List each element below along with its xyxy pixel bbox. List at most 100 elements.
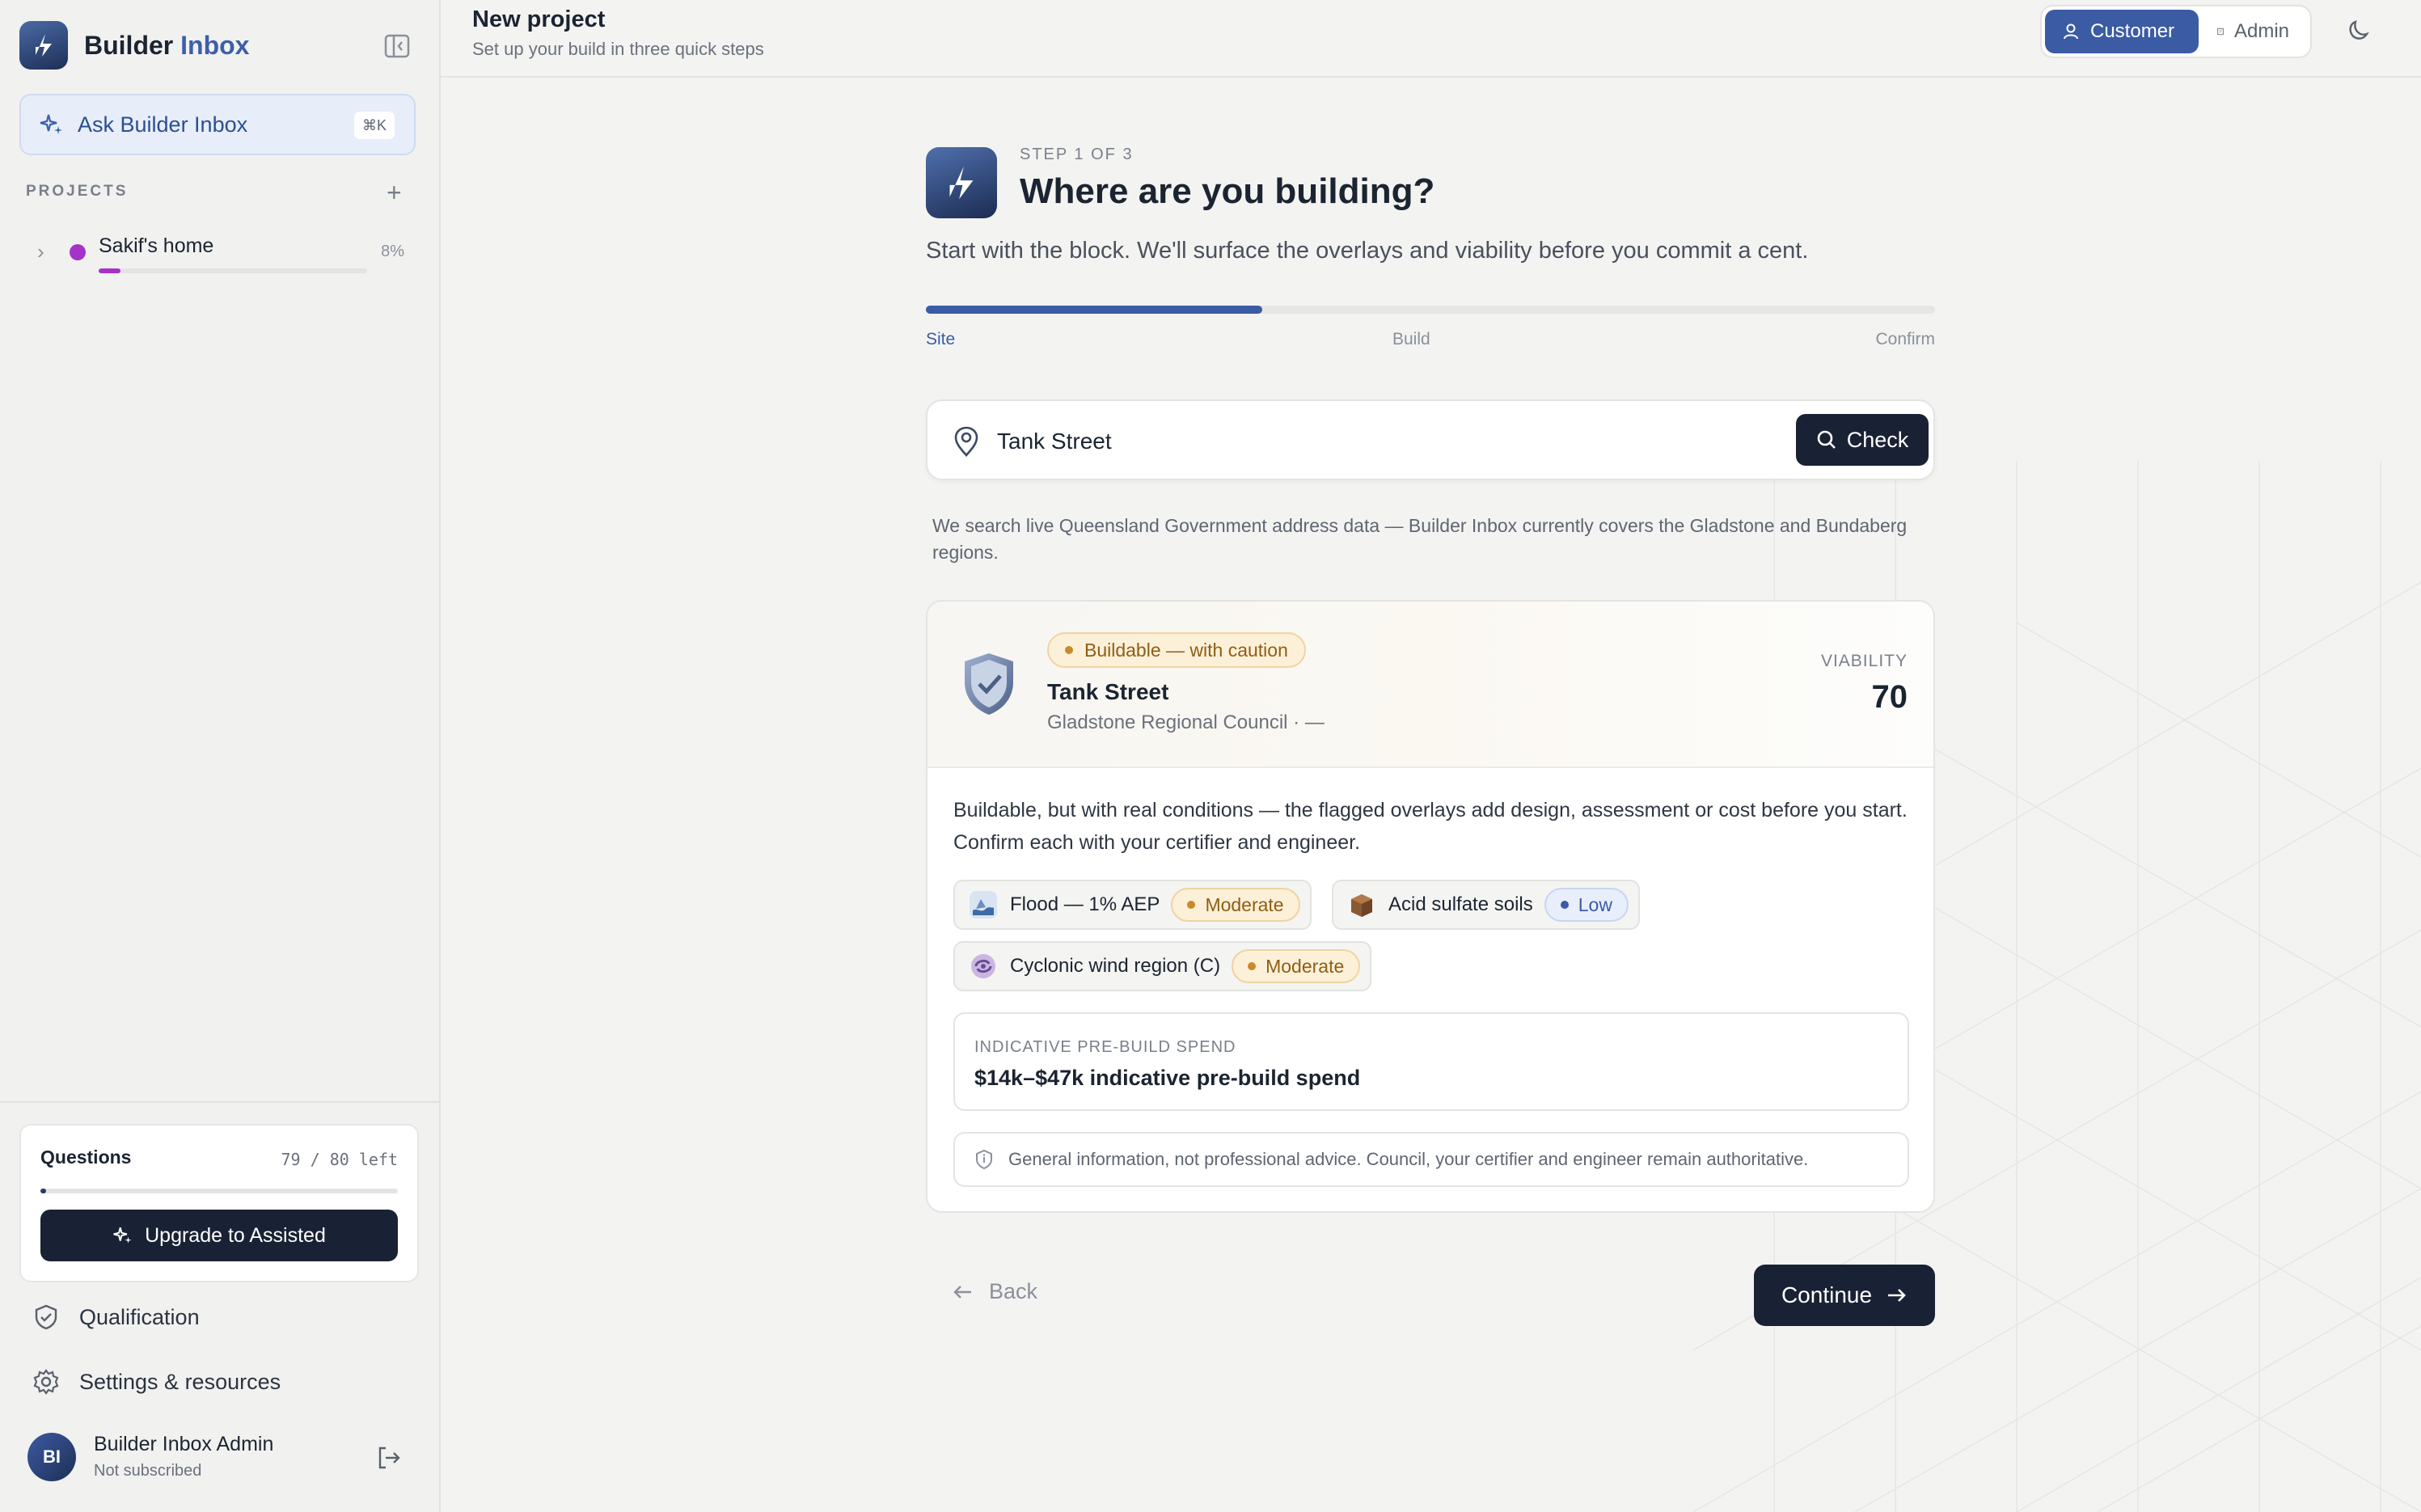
role-label: Admin — [2233, 20, 2289, 42]
soil-icon — [1351, 894, 1372, 917]
step-logo — [926, 147, 997, 218]
overlay-label: Acid sulfate soils — [1388, 893, 1533, 915]
avatar: BI — [27, 1433, 76, 1481]
address-input[interactable] — [995, 420, 1726, 462]
site-name: Tank Street — [1047, 679, 1169, 704]
status-badge: Buildable — with caution — [1047, 632, 1306, 668]
spend-value: $14k–$47k indicative pre-build spend — [974, 1066, 1361, 1090]
nav-label: Qualification — [79, 1304, 200, 1329]
coverage-note: We search live Queensland Government add… — [932, 515, 1908, 563]
top-header: New project Set up your build in three q… — [441, 0, 2421, 78]
step-site-label[interactable]: Site — [926, 330, 955, 349]
disclaimer: General information, not professional ad… — [953, 1132, 1909, 1187]
step-label: STEP 1 OF 3 — [1020, 146, 1134, 163]
severity-label: Moderate — [1205, 893, 1284, 915]
pre-build-spend-panel: INDICATIVE PRE-BUILD SPEND $14k–$47k ind… — [953, 1012, 1909, 1111]
result-description: Buildable, but with real conditions — th… — [953, 799, 1908, 854]
nav-settings[interactable]: Settings & resources — [32, 1362, 281, 1402]
sparkles-icon — [40, 114, 62, 134]
severity-label: Moderate — [1265, 955, 1345, 977]
back-button[interactable]: Back — [952, 1279, 1037, 1304]
questions-title: Questions — [40, 1147, 132, 1168]
check-button[interactable]: Check — [1796, 414, 1929, 466]
continue-label: Continue — [1781, 1282, 1873, 1307]
shield-check-icon — [965, 653, 1013, 715]
project-color-dot — [70, 244, 86, 260]
status-badge-label: Buildable — with caution — [1084, 639, 1288, 661]
collapse-sidebar-icon[interactable] — [383, 32, 411, 60]
project-progress-label: 8% — [381, 243, 404, 260]
spend-label: INDICATIVE PRE-BUILD SPEND — [974, 1038, 1236, 1056]
search-icon — [1817, 430, 1836, 449]
user-name: Builder Inbox Admin — [94, 1433, 274, 1455]
divider — [0, 1101, 439, 1103]
sidebar: Builder Inbox Ask Builder Inbox ⌘K PROJE… — [0, 0, 441, 1512]
overlay-label: Cyclonic wind region (C) — [1010, 955, 1221, 977]
ask-builder-inbox-button[interactable]: Ask Builder Inbox ⌘K — [19, 94, 416, 155]
step-title: Where are you building? — [1020, 171, 1435, 211]
viability-score: 70 — [1871, 679, 1908, 715]
nav-qualification[interactable]: Qualification — [32, 1297, 200, 1337]
viability-label: VIABILITY — [1820, 652, 1908, 670]
user-status: Not subscribed — [94, 1462, 202, 1480]
keyboard-shortcut: ⌘K — [353, 112, 395, 139]
project-progress-bar — [99, 268, 367, 273]
overlay-label: Flood — 1% AEP — [1010, 893, 1160, 915]
flood-icon — [970, 891, 997, 919]
disclaimer-text: General information, not professional ad… — [1008, 1149, 1809, 1169]
overlay-chip-cyclonic-wind[interactable]: Cyclonic wind region (C) Moderate — [953, 941, 1372, 991]
role-label: Customer — [2090, 20, 2175, 42]
nav-label: Settings & resources — [79, 1369, 281, 1394]
gear-icon — [33, 1369, 59, 1395]
step-lead: Start with the block. We'll surface the … — [926, 238, 1809, 264]
project-item[interactable]: › Sakif's home 8% — [32, 231, 412, 280]
app-name: Builder Inbox — [84, 31, 249, 61]
moon-icon[interactable] — [2346, 16, 2373, 48]
brand-word-1: Builder — [84, 30, 174, 60]
wizard: STEP 1 OF 3 Where are you building? Star… — [926, 129, 1935, 1326]
step-header: STEP 1 OF 3 Where are you building? — [926, 129, 1935, 230]
site-council: Gladstone Regional Council · — — [1047, 712, 1325, 733]
questions-count: 79 / 80 left — [281, 1150, 399, 1169]
chevron-right-icon[interactable]: › — [37, 239, 44, 264]
project-name: Sakif's home — [99, 234, 214, 257]
sparkles-icon — [113, 1227, 132, 1244]
customer-role-button[interactable]: Customer — [2045, 10, 2199, 53]
shield-info-icon — [976, 1149, 992, 1170]
questions-card: Questions 79 / 80 left Upgrade to Assist… — [19, 1124, 419, 1282]
overlay-chip-flood[interactable]: Flood — 1% AEP Moderate — [953, 880, 1312, 930]
severity-pill: Moderate — [1171, 888, 1300, 922]
check-label: Check — [1846, 427, 1909, 452]
ask-label: Ask Builder Inbox — [78, 112, 248, 137]
back-label: Back — [989, 1279, 1038, 1303]
step-confirm-label[interactable]: Confirm — [1875, 330, 1935, 349]
arrow-right-icon — [1888, 1289, 1906, 1302]
questions-usage-bar — [40, 1189, 398, 1193]
overlay-chip-acid-sulfate[interactable]: Acid sulfate soils Low — [1332, 880, 1640, 930]
page-title: New project — [472, 6, 606, 32]
projects-heading: PROJECTS — [26, 183, 129, 200]
step-build-label[interactable]: Build — [1392, 330, 1430, 349]
page-subtitle: Set up your build in three quick steps — [472, 39, 764, 59]
severity-pill: Low — [1544, 888, 1629, 922]
result-header: Buildable — with caution Tank Street Gla… — [927, 602, 1933, 768]
user-icon — [2064, 23, 2078, 40]
address-search: Check — [926, 399, 1935, 480]
severity-label: Low — [1578, 893, 1612, 915]
admin-role-button[interactable]: Admin — [2200, 10, 2305, 53]
map-pin-icon — [954, 426, 978, 457]
upgrade-button[interactable]: Upgrade to Assisted — [40, 1210, 398, 1261]
wizard-progress-bar — [926, 306, 1935, 314]
app-logo — [19, 21, 68, 70]
building-icon — [2217, 27, 2224, 36]
severity-pill: Moderate — [1232, 949, 1361, 983]
arrow-left-icon — [953, 1285, 971, 1299]
add-project-icon[interactable]: + — [387, 179, 402, 205]
role-toggle: Customer Admin — [2040, 5, 2312, 58]
brand[interactable]: Builder Inbox — [19, 21, 249, 70]
brand-word-2: Inbox — [180, 30, 250, 60]
logout-icon[interactable] — [375, 1444, 403, 1476]
user-profile[interactable]: BI Builder Inbox Admin Not subscribed — [27, 1431, 416, 1485]
shield-check-icon — [35, 1304, 57, 1330]
continue-button[interactable]: Continue — [1754, 1265, 1935, 1326]
